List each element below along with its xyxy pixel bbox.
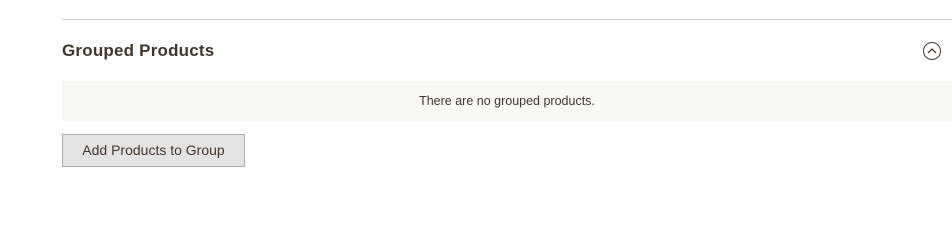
chevron-up-icon (927, 48, 937, 54)
section-title: Grouped Products (62, 41, 215, 60)
collapse-toggle-button[interactable] (923, 42, 941, 60)
section-divider (62, 19, 952, 20)
add-products-to-group-button[interactable]: Add Products to Group (62, 134, 245, 167)
empty-state-message: There are no grouped products. (419, 94, 595, 108)
grouped-products-empty-state: There are no grouped products. (62, 81, 952, 121)
